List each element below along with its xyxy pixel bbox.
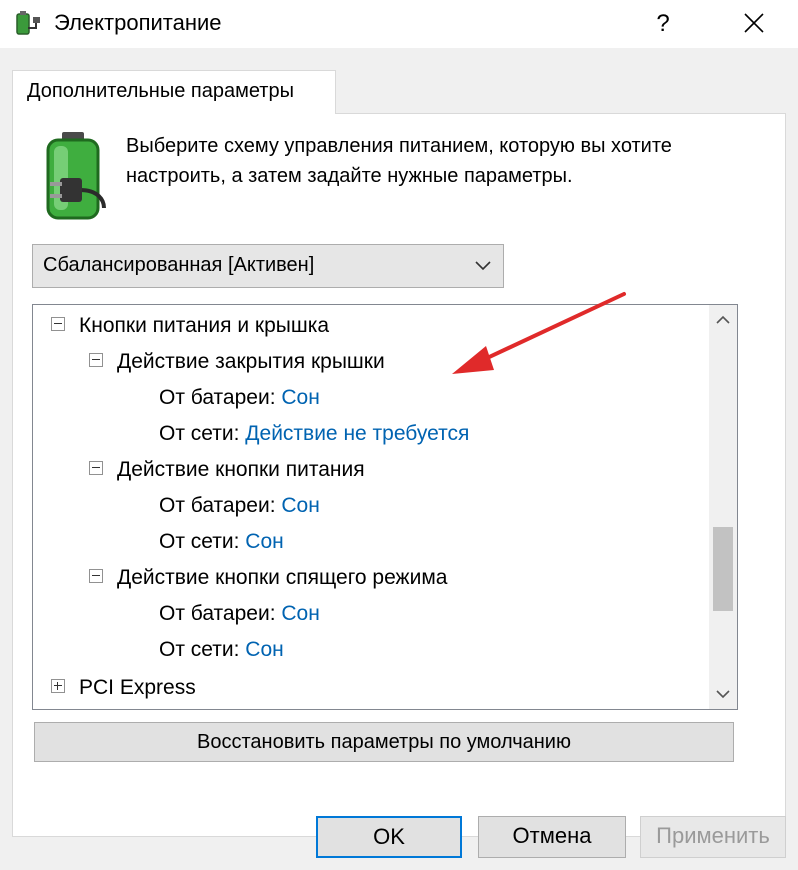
title-bar: Электропитание ? <box>0 0 798 48</box>
setting-value[interactable]: Сон <box>281 494 319 517</box>
tree-node-pci-express[interactable]: PCI Express <box>51 673 196 703</box>
power-options-icon <box>16 11 40 35</box>
window-title: Электропитание <box>54 10 222 35</box>
dialog-body: Дополнительные параметры Выберите схему … <box>0 48 798 870</box>
tree-node-power-buttons[interactable]: Кнопки питания и крышка <box>51 311 329 341</box>
chevron-up-icon <box>716 315 730 324</box>
setting-value[interactable]: Сон <box>281 602 319 625</box>
restore-defaults-button[interactable]: Восстановить параметры по умолчанию <box>34 722 734 762</box>
help-button[interactable]: ? <box>640 0 686 48</box>
setting-value[interactable]: Сон <box>281 386 319 409</box>
tree-scrollbar[interactable] <box>709 305 737 709</box>
scroll-up-button[interactable] <box>709 305 737 335</box>
setting-power-button-plugged[interactable]: От сети: Сон <box>159 527 284 557</box>
chevron-down-icon <box>716 690 730 699</box>
collapse-icon[interactable] <box>51 317 65 332</box>
chevron-down-icon <box>475 261 491 271</box>
tree-node-power-button[interactable]: Действие кнопки питания <box>89 455 365 485</box>
tab-advanced-settings[interactable]: Дополнительные параметры <box>12 70 336 114</box>
apply-button[interactable]: Применить <box>640 816 786 858</box>
power-scheme-select[interactable]: Сбалансированная [Активен] <box>32 244 504 288</box>
tree-node-sleep-button[interactable]: Действие кнопки спящего режима <box>89 563 447 593</box>
power-scheme-value: Сбалансированная [Активен] <box>43 254 315 276</box>
setting-value[interactable]: Действие не требуется <box>245 422 469 445</box>
setting-sleep-button-battery[interactable]: От батареи: Сон <box>159 599 320 629</box>
setting-lid-battery[interactable]: От батареи: Сон <box>159 383 320 413</box>
description-text: Выберите схему управления питанием, кото… <box>126 135 672 187</box>
setting-value[interactable]: Сон <box>245 530 283 553</box>
collapse-icon[interactable] <box>89 353 103 368</box>
settings-tree[interactable]: Кнопки питания и крышка Действие закрыти… <box>32 304 738 710</box>
scroll-thumb[interactable] <box>713 527 733 611</box>
collapse-icon[interactable] <box>89 569 103 584</box>
ok-button[interactable]: OK <box>316 816 462 858</box>
cancel-button[interactable]: Отмена <box>478 816 626 858</box>
tree-node-lid-close[interactable]: Действие закрытия крышки <box>89 347 385 377</box>
setting-sleep-button-plugged[interactable]: От сети: Сон <box>159 635 284 665</box>
battery-plug-icon <box>46 132 106 220</box>
collapse-icon[interactable] <box>89 461 103 476</box>
expand-icon[interactable] <box>51 679 65 694</box>
setting-power-button-battery[interactable]: От батареи: Сон <box>159 491 320 521</box>
scroll-down-button[interactable] <box>709 679 737 709</box>
setting-lid-plugged[interactable]: От сети: Действие не требуется <box>159 419 469 449</box>
setting-value[interactable]: Сон <box>245 638 283 661</box>
close-icon <box>744 13 764 33</box>
close-button[interactable] <box>728 0 780 48</box>
